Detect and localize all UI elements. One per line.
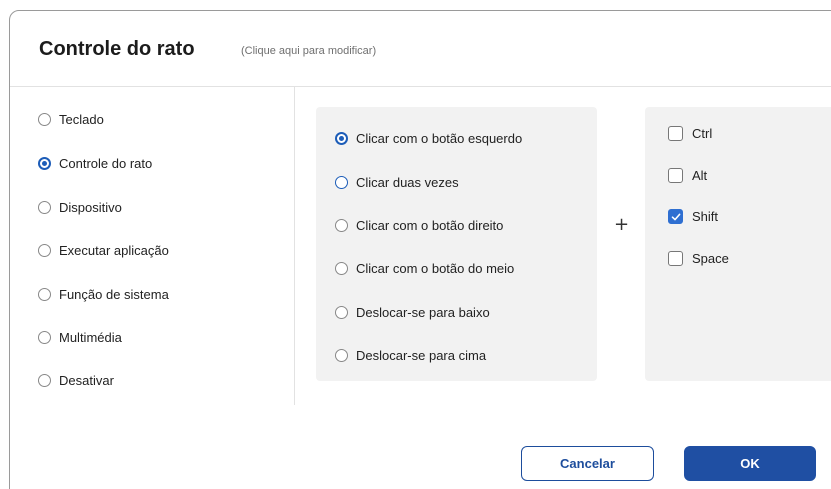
- action-label: Clicar com o botão esquerdo: [356, 131, 523, 146]
- category-label: Teclado: [59, 112, 104, 127]
- mouse-action-panel: [316, 107, 597, 381]
- category-label: Dispositivo: [59, 200, 122, 215]
- category-executar-aplicacao[interactable]: Executar aplicação: [38, 243, 169, 258]
- modifier-label: Alt: [692, 168, 708, 183]
- category-desativar[interactable]: Desativar: [38, 373, 114, 388]
- radio-icon: [38, 374, 51, 387]
- action-scroll-up[interactable]: Deslocar-se para cima: [335, 348, 486, 363]
- category-label: Desativar: [59, 373, 114, 388]
- radio-icon: [335, 306, 348, 319]
- radio-icon: [335, 219, 348, 232]
- cancel-button[interactable]: Cancelar: [521, 446, 654, 481]
- checkbox-icon: [668, 251, 683, 266]
- action-left-click[interactable]: Clicar com o botão esquerdo: [335, 131, 522, 146]
- modifier-alt[interactable]: Alt: [668, 168, 707, 183]
- radio-selected-icon: [38, 157, 51, 170]
- checkmark-icon: [671, 213, 681, 221]
- action-label: Clicar com o botão direito: [356, 218, 504, 233]
- ok-button[interactable]: OK: [684, 446, 816, 481]
- header-divider: [10, 86, 831, 87]
- action-right-click[interactable]: Clicar com o botão direito: [335, 218, 503, 233]
- radio-icon: [38, 113, 51, 126]
- action-label: Clicar duas vezes: [356, 175, 459, 190]
- modifier-label: Space: [692, 251, 729, 266]
- category-funcao-de-sistema[interactable]: Função de sistema: [38, 287, 169, 302]
- modifier-ctrl[interactable]: Ctrl: [668, 126, 712, 141]
- category-multimedia[interactable]: Multimédia: [38, 330, 122, 345]
- radio-icon: [38, 201, 51, 214]
- radio-icon: [335, 176, 348, 189]
- modifier-panel: [645, 107, 831, 381]
- category-label: Função de sistema: [59, 287, 169, 302]
- category-label: Controle do rato: [59, 156, 153, 171]
- action-scroll-down[interactable]: Deslocar-se para baixo: [335, 305, 490, 320]
- modifier-shift[interactable]: Shift: [668, 209, 718, 224]
- action-double-click[interactable]: Clicar duas vezes: [335, 175, 459, 190]
- category-label: Executar aplicação: [59, 243, 169, 258]
- modifier-label: Ctrl: [692, 126, 713, 141]
- radio-icon: [38, 331, 51, 344]
- modify-hint-link[interactable]: (Clique aqui para modificar): [241, 45, 376, 57]
- checkbox-icon: [668, 126, 683, 141]
- radio-icon: [335, 262, 348, 275]
- category-dispositivo[interactable]: Dispositivo: [38, 200, 122, 215]
- action-label: Deslocar-se para cima: [356, 348, 487, 363]
- checkbox-checked-icon: [668, 209, 683, 224]
- action-label: Clicar com o botão do meio: [356, 261, 515, 276]
- radio-icon: [38, 288, 51, 301]
- category-controle-do-rato[interactable]: Controle do rato: [38, 156, 152, 171]
- column-divider: [294, 87, 295, 405]
- dialog-title: Controle do rato: [39, 38, 195, 60]
- modifier-space[interactable]: Space: [668, 251, 729, 266]
- radio-icon: [38, 244, 51, 257]
- plus-icon: +: [614, 214, 630, 235]
- checkbox-icon: [668, 168, 683, 183]
- action-middle-click[interactable]: Clicar com o botão do meio: [335, 261, 514, 276]
- category-label: Multimédia: [59, 330, 122, 345]
- action-label: Deslocar-se para baixo: [356, 305, 490, 320]
- category-teclado[interactable]: Teclado: [38, 112, 104, 127]
- modifier-label: Shift: [692, 209, 719, 224]
- radio-icon: [335, 349, 348, 362]
- radio-selected-icon: [335, 132, 348, 145]
